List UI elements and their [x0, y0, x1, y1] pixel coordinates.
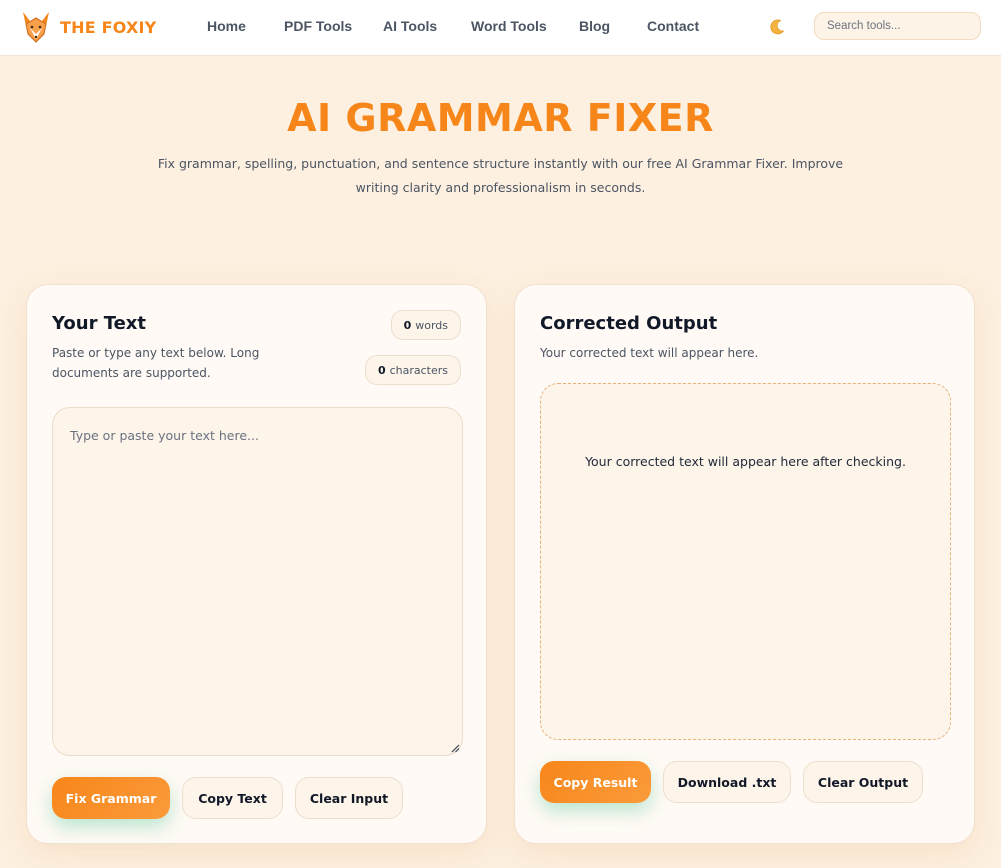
clear-output-button[interactable]: Clear Output [803, 761, 923, 803]
char-count-label: characters [389, 363, 448, 377]
input-card-description: Paste or type any text below. Long docum… [52, 346, 260, 380]
page-title: AI GRAMMAR FIXER [287, 96, 714, 140]
fix-grammar-button[interactable]: Fix Grammar [52, 777, 170, 819]
text-input[interactable] [52, 407, 463, 756]
site-header: THE FOXIY Home PDF Tools AI Tools Word T… [0, 0, 1001, 56]
output-card-description: Your corrected text will appear here. [540, 346, 759, 360]
moon-icon[interactable] [767, 17, 787, 37]
word-count-label: words [415, 318, 448, 332]
nav-contact[interactable]: Contact [647, 18, 699, 34]
brand-name: THE FOXIY [60, 17, 157, 37]
word-count-value: 0 [403, 318, 412, 332]
resize-handle-icon[interactable] [450, 743, 460, 753]
nav-ai-tools[interactable]: AI Tools [383, 18, 437, 34]
copy-result-button[interactable]: Copy Result [540, 761, 651, 803]
output-card: Corrected Output Your corrected text wil… [514, 284, 975, 844]
clear-input-button[interactable]: Clear Input [295, 777, 403, 819]
output-card-title: Corrected Output [540, 313, 718, 334]
output-placeholder-text: Your corrected text will appear here aft… [585, 454, 906, 469]
nav-word-tools[interactable]: Word Tools [471, 18, 547, 34]
copy-text-button[interactable]: Copy Text [182, 777, 283, 819]
brand-logo[interactable]: THE FOXIY [20, 9, 156, 45]
input-card: Your Text Paste or type any text below. … [26, 284, 487, 844]
input-card-title: Your Text [52, 313, 147, 334]
search-input[interactable] [814, 12, 981, 40]
nav-pdf-tools[interactable]: PDF Tools [284, 18, 352, 34]
output-box: Your corrected text will appear here aft… [540, 383, 951, 740]
nav-home[interactable]: Home [207, 18, 246, 34]
download-txt-button[interactable]: Download .txt [663, 761, 791, 803]
char-count-badge: 0 characters [364, 355, 461, 385]
page-subtitle: Fix grammar, spelling, punctuation, and … [157, 156, 844, 195]
char-count-value: 0 [377, 363, 386, 377]
nav-blog[interactable]: Blog [579, 18, 610, 34]
word-count-badge: 0 words [390, 310, 461, 340]
fox-logo-icon [23, 12, 49, 43]
